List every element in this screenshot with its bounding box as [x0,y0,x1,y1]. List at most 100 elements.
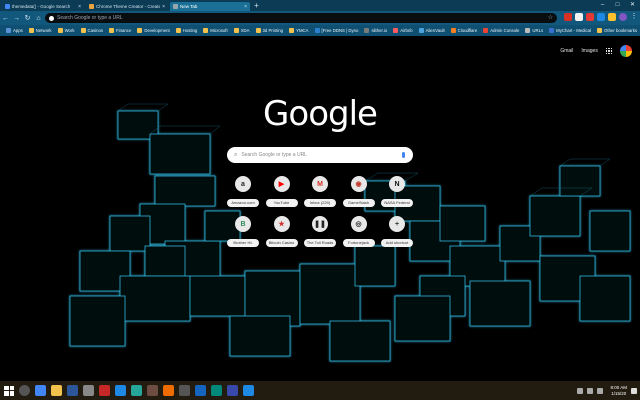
explorer-icon[interactable] [51,385,62,396]
app-icon[interactable] [147,385,158,396]
app-icon[interactable] [195,385,206,396]
app-icon[interactable] [227,385,238,396]
extension-icon[interactable] [564,13,572,21]
close-tab-icon[interactable]: × [78,4,81,10]
action-center-icon[interactable] [631,387,637,394]
bookmark-item[interactable]: Apps [3,28,26,33]
app-icon[interactable] [67,385,78,396]
app-icon[interactable] [243,385,254,396]
omnibox[interactable]: Search Google or type a URL ☆ [45,13,557,23]
back-icon[interactable]: ← [0,15,11,22]
bookmark-item[interactable]: YMCA [286,28,311,33]
bookmark-item[interactable]: Work [55,28,78,33]
search-icon: ⌕ [234,151,238,158]
bookmark-item[interactable]: AlienVault [416,28,448,33]
favicon-icon [89,4,94,9]
shortcut-tile[interactable]: ◉ GameStash [342,176,375,207]
folder-icon [289,28,295,33]
app-icon[interactable] [211,385,222,396]
shortcut-icon: ◉ [350,176,367,192]
shortcut-tile[interactable]: N NASA Federal [381,176,413,207]
shortcut-tile[interactable]: ★ Bitcoin Casino [265,216,298,247]
tab-2[interactable]: Chrome Theme Creator - Create × [86,2,168,11]
bookmark-label: AlienVault [425,28,445,33]
bookmark-item[interactable]: Admin Console [480,28,522,33]
bookmark-label: Development [144,28,170,33]
shortcut-tile[interactable]: M Inbox (229) [304,176,336,207]
network-icon[interactable] [577,387,584,394]
app-icon[interactable] [99,385,110,396]
app-icon[interactable] [131,385,142,396]
maximize-button[interactable]: □ [610,0,625,10]
bookmark-item[interactable]: Cloudflare [448,28,481,33]
app-icon[interactable] [163,385,174,396]
bookmark-label: 3d Printing [262,28,284,33]
search-box[interactable]: ⌕ Search Google or type a URL [227,147,413,163]
chrome-icon[interactable] [35,385,46,396]
bookmark-item[interactable]: 3d Printing [253,28,287,33]
bookmark-item[interactable]: [Free DDNS | Dyno [312,28,362,33]
shortcut-icon: + [389,216,405,232]
app-icon[interactable] [179,385,190,396]
bookmark-item[interactable]: Finance [106,28,134,33]
bookmark-item[interactable]: slither.io [361,28,390,33]
shortcut-icon: B [235,216,251,232]
tab-1[interactable]: themedata() - Google Search × [2,2,84,11]
extension-icon[interactable] [586,13,594,21]
shortcut-icon: ❚❚ [312,216,328,232]
search-icon[interactable] [19,385,30,396]
app-icon[interactable] [115,385,126,396]
account-avatar[interactable] [620,45,632,57]
bookmark-item[interactable]: Hosting [173,28,201,33]
close-tab-icon[interactable]: × [162,4,165,10]
bookmark-item[interactable]: Microsoft [200,28,230,33]
shortcut-tile[interactable]: a Amazon.com [227,176,259,207]
close-button[interactable]: ✕ [625,0,640,10]
new-tab-button[interactable]: + [252,2,261,11]
windows-start-icon[interactable] [4,385,14,396]
minimize-button[interactable]: – [595,0,610,10]
shortcut-tile[interactable]: ❚❚ The Toll Roads [304,216,336,247]
bookmark-item[interactable]: Development [134,28,172,33]
menu-icon[interactable]: ⋮ [630,13,638,21]
bookmark-star-icon[interactable]: ☆ [548,14,553,21]
apps-grid-icon[interactable] [605,47,612,55]
volume-icon[interactable] [587,387,594,394]
extension-icon[interactable] [597,13,605,21]
shortcut-tile[interactable]: ◎ Fortunejack [342,216,375,247]
shortcut-label: Inbox (229) [304,199,336,207]
system-tray: 8:00 AM 1/15/20 [577,381,637,400]
notification-icon[interactable] [597,387,604,394]
shortcut-label: Fortunejack [342,239,375,247]
add-shortcut-button[interactable]: + Add shortcut [381,216,413,247]
reload-icon[interactable]: ↻ [22,14,33,22]
clock[interactable]: 8:00 AM 1/15/20 [610,385,627,397]
bookmark-label: MyChart - Medical [556,28,592,33]
gmail-link[interactable]: Gmail [560,48,573,54]
home-icon[interactable]: ⌂ [33,15,44,22]
extension-icon[interactable] [608,13,616,21]
folder-icon [137,28,143,33]
other-bookmarks[interactable]: Other bookmarks [597,25,637,36]
close-tab-icon[interactable]: × [244,4,247,10]
extension-icon[interactable] [575,13,583,21]
bookmark-item[interactable]: Network [26,28,55,33]
bookmark-item[interactable]: MyChart - Medical [546,28,594,33]
bookmark-item[interactable]: Airbnb [390,28,415,33]
shortcut-tile[interactable]: B Brother HL [227,216,259,247]
bookmark-item[interactable]: URLs [522,28,546,33]
forward-icon[interactable]: → [11,15,22,22]
shortcut-tiles: a Amazon.com ▶ YouTube M Inbox (229) ◉ GameStas… [227,176,413,256]
bookmark-item[interactable]: XDA [231,28,253,33]
clock-date: 1/15/20 [611,390,627,396]
microphone-icon[interactable] [402,152,405,158]
tab-3[interactable]: New Tab × [170,2,250,11]
bookmark-label: Hosting [182,28,198,33]
folder-icon [203,28,209,33]
shortcut-tile[interactable]: ▶ YouTube [265,176,298,207]
app-icon[interactable] [83,385,94,396]
images-link[interactable]: Images [581,48,597,54]
bookmark-item[interactable]: Casinos [78,28,107,33]
profile-icon[interactable] [619,13,627,21]
shortcut-row: a Amazon.com ▶ YouTube M Inbox (229) ◉ GameStas… [227,176,413,207]
